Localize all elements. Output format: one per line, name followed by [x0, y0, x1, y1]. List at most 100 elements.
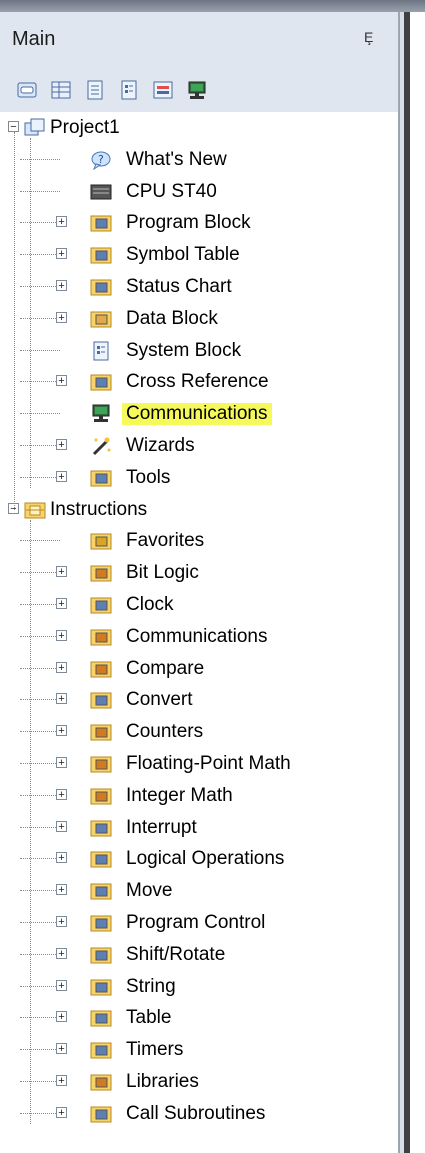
expand-toggle[interactable]: +: [56, 1043, 67, 1055]
wizard-icon: [92, 437, 111, 456]
tree-item-icon-wrap: [24, 500, 46, 519]
tree-item-icon-wrap: [90, 722, 112, 741]
tree-connector: [20, 953, 60, 955]
tree-item-instr-shift-rotate[interactable]: + Shift/Rotate: [0, 939, 398, 971]
tree-item-project1[interactable]: − Project1: [0, 112, 398, 144]
expand-toggle[interactable]: +: [56, 629, 67, 641]
tree-item-label: Program Block: [126, 212, 251, 234]
tree-connector: [20, 476, 60, 478]
cpu-icon: [90, 184, 112, 200]
expand-toggle[interactable]: +: [56, 947, 67, 959]
tree-item-data-block[interactable]: + Data Block: [0, 303, 398, 335]
status-chart-icon: [51, 81, 71, 99]
tree-item-instr-communications[interactable]: + Communications: [0, 621, 398, 653]
toolbar-system-block-button[interactable]: [118, 80, 140, 100]
expand-toggle[interactable]: +: [56, 566, 67, 578]
tree-item-icon-wrap: [90, 881, 112, 900]
expand-toggle[interactable]: +: [56, 725, 67, 737]
tree-item-symbol-table[interactable]: + Symbol Table: [0, 239, 398, 271]
communications-instr-icon: [90, 629, 112, 646]
tree-item-instr-program-control[interactable]: + Program Control: [0, 907, 398, 939]
status-chart-icon: [90, 279, 112, 296]
tree-item-program-block[interactable]: + Program Block: [0, 207, 398, 239]
tree-item-instr-bit-logic[interactable]: + Bit Logic: [0, 557, 398, 589]
tree-item-instr-call-subroutines[interactable]: + Call Subroutines: [0, 1098, 398, 1130]
logical-operations-icon: [90, 851, 112, 868]
tree-item-status-chart[interactable]: + Status Chart: [0, 271, 398, 303]
tree-item-cpu-st40[interactable]: CPU ST40: [0, 176, 398, 208]
tree-item-wizards[interactable]: + Wizards: [0, 430, 398, 462]
toolbar-data-block-button[interactable]: [84, 80, 106, 100]
tree-item-icon-wrap: [90, 754, 112, 773]
tree-item-instr-move[interactable]: + Move: [0, 875, 398, 907]
expand-toggle[interactable]: +: [56, 1075, 67, 1087]
toolbar-cross-reference-button[interactable]: [152, 80, 174, 100]
tree-item-system-block[interactable]: System Block: [0, 335, 398, 367]
expand-toggle[interactable]: +: [56, 1011, 67, 1023]
tree-item-label: Interrupt: [126, 816, 197, 838]
toolbar-status-chart-button[interactable]: [50, 80, 72, 100]
tree-item-instr-interrupt[interactable]: + Interrupt: [0, 812, 398, 844]
tree-item-label: Communications: [122, 403, 272, 426]
tree-connector: [20, 890, 60, 892]
tree-connector: [20, 922, 60, 923]
expand-toggle[interactable]: −: [8, 121, 19, 133]
tree-connector: [20, 826, 60, 828]
tree-item-instr-libraries[interactable]: + Libraries: [0, 1066, 398, 1098]
tree-item-instr-floating-point-math[interactable]: + Floating-Point Math: [0, 748, 398, 780]
expand-toggle[interactable]: +: [56, 661, 67, 673]
tree-item-icon-wrap: [90, 849, 112, 868]
tree-item-icon-wrap: [24, 118, 45, 136]
tree-item-icon-wrap: [90, 309, 112, 328]
panel-title: Main: [12, 28, 56, 50]
tree-item-communications[interactable]: Communications: [0, 398, 398, 430]
toolbar-communications-button[interactable]: [186, 80, 208, 100]
project-icon: [24, 118, 45, 136]
tree-guide-line: [30, 137, 31, 488]
tree-connector: [20, 381, 60, 383]
program-control-icon: [90, 915, 112, 932]
tree-item-instr-string[interactable]: + String: [0, 971, 398, 1003]
tree-connector: [20, 1049, 60, 1051]
tree-item-what-s-new[interactable]: ? What's New: [0, 144, 398, 176]
expand-toggle[interactable]: +: [56, 916, 67, 928]
string-icon: [90, 979, 112, 996]
table-icon: [90, 1010, 112, 1027]
expand-toggle[interactable]: +: [56, 216, 67, 228]
tree-item-label: Call Subroutines: [126, 1102, 266, 1124]
tree-item-cross-reference[interactable]: + Cross Reference: [0, 366, 398, 398]
expand-toggle[interactable]: +: [56, 788, 67, 800]
expand-toggle[interactable]: +: [56, 757, 67, 769]
tree-item-instr-compare[interactable]: + Compare: [0, 653, 398, 685]
expand-toggle[interactable]: +: [56, 375, 67, 387]
tree-item-instructions[interactable]: − Instructions: [0, 494, 398, 526]
tree-item-tools[interactable]: + Tools: [0, 462, 398, 494]
expand-toggle[interactable]: +: [56, 884, 67, 896]
tree-item-label: Instructions: [50, 498, 148, 520]
expand-toggle[interactable]: +: [56, 470, 67, 482]
expand-toggle[interactable]: +: [56, 693, 67, 705]
toolbar-symbol-table-button[interactable]: [16, 80, 38, 100]
expand-toggle[interactable]: +: [56, 852, 67, 864]
expand-toggle[interactable]: +: [56, 820, 67, 832]
tree-item-instr-counters[interactable]: + Counters: [0, 716, 398, 748]
tree-item-instr-clock[interactable]: + Clock: [0, 589, 398, 621]
expand-toggle[interactable]: +: [56, 439, 67, 451]
window-top-bar: [0, 0, 425, 12]
tree-item-icon-wrap: [90, 468, 112, 487]
expand-toggle[interactable]: +: [56, 280, 67, 292]
tree-connector: [20, 763, 60, 764]
program-block-icon: [90, 215, 112, 232]
tree-item-instr-favorites[interactable]: Favorites: [0, 525, 398, 557]
pin-icon[interactable]: Ȩ: [364, 29, 373, 45]
expand-toggle[interactable]: +: [56, 311, 67, 323]
expand-toggle[interactable]: +: [56, 598, 67, 610]
tree-item-instr-logical-operations[interactable]: + Logical Operations: [0, 843, 398, 875]
expand-toggle[interactable]: +: [56, 1106, 67, 1118]
tree-item-instr-table[interactable]: + Table: [0, 1002, 398, 1034]
tree-item-instr-timers[interactable]: + Timers: [0, 1034, 398, 1066]
expand-toggle[interactable]: +: [56, 979, 67, 991]
tree-item-instr-convert[interactable]: + Convert: [0, 684, 398, 716]
expand-toggle[interactable]: +: [56, 248, 67, 260]
tree-item-instr-integer-math[interactable]: + Integer Math: [0, 780, 398, 812]
